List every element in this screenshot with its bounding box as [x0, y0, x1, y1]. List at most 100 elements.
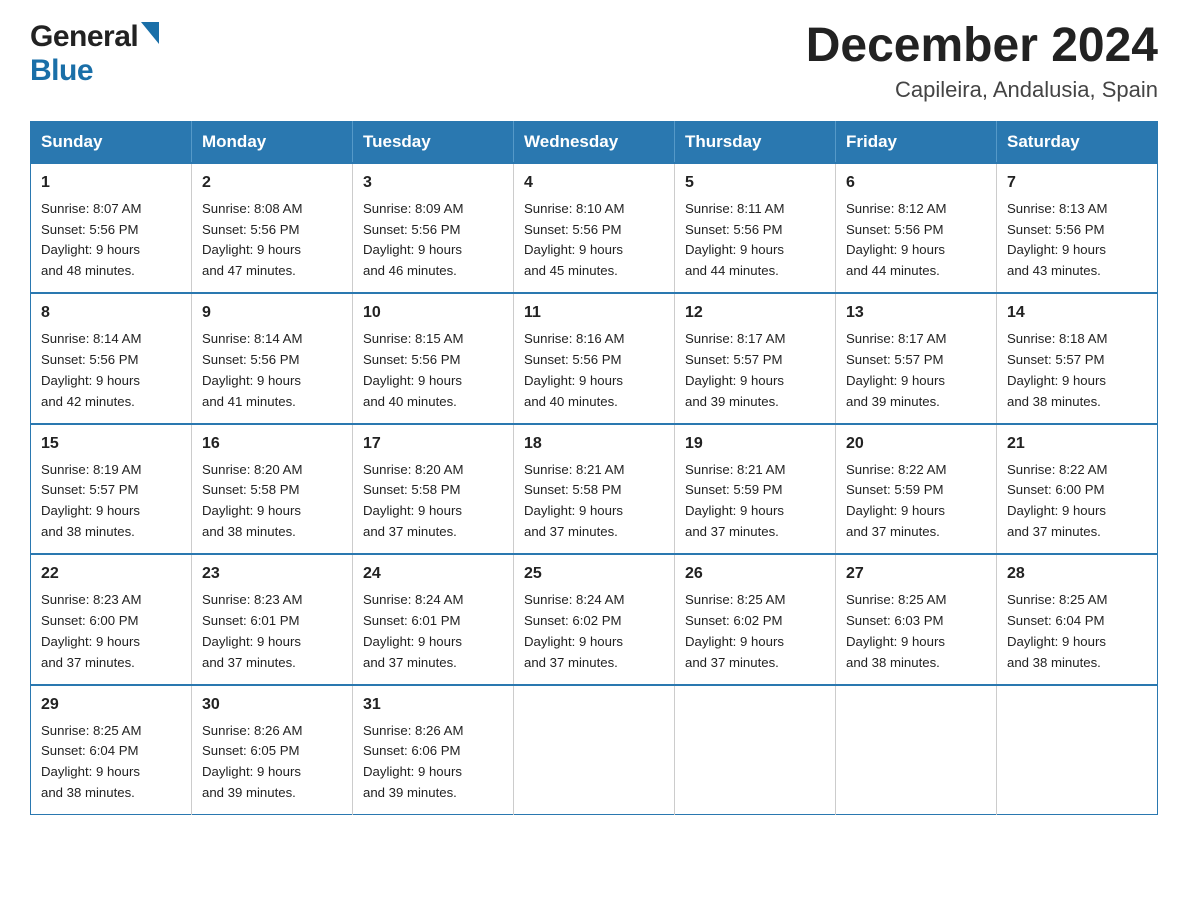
day-number: 3 [363, 171, 503, 196]
page-header: General Blue December 2024 Capileira, An… [30, 20, 1158, 103]
day-number: 26 [685, 562, 825, 587]
logo-blue-text: Blue [30, 54, 93, 88]
day-number: 5 [685, 171, 825, 196]
logo: General Blue [30, 20, 159, 88]
calendar-day-cell: 13 Sunrise: 8:17 AMSunset: 5:57 PMDaylig… [836, 293, 997, 423]
calendar-day-cell: 22 Sunrise: 8:23 AMSunset: 6:00 PMDaylig… [31, 554, 192, 684]
day-number: 2 [202, 171, 342, 196]
day-info: Sunrise: 8:22 AMSunset: 5:59 PMDaylight:… [846, 462, 946, 540]
day-info: Sunrise: 8:21 AMSunset: 5:58 PMDaylight:… [524, 462, 624, 540]
day-info: Sunrise: 8:25 AMSunset: 6:04 PMDaylight:… [41, 723, 141, 801]
day-number: 1 [41, 171, 181, 196]
col-friday: Friday [836, 121, 997, 163]
day-info: Sunrise: 8:14 AMSunset: 5:56 PMDaylight:… [41, 331, 141, 409]
day-number: 21 [1007, 432, 1147, 457]
logo-general-text: General [30, 20, 138, 54]
day-info: Sunrise: 8:12 AMSunset: 5:56 PMDaylight:… [846, 201, 946, 279]
day-number: 16 [202, 432, 342, 457]
day-info: Sunrise: 8:15 AMSunset: 5:56 PMDaylight:… [363, 331, 463, 409]
day-number: 22 [41, 562, 181, 587]
calendar-week-row: 15 Sunrise: 8:19 AMSunset: 5:57 PMDaylig… [31, 424, 1158, 554]
calendar-day-cell: 21 Sunrise: 8:22 AMSunset: 6:00 PMDaylig… [997, 424, 1158, 554]
day-number: 31 [363, 693, 503, 718]
day-info: Sunrise: 8:16 AMSunset: 5:56 PMDaylight:… [524, 331, 624, 409]
day-number: 7 [1007, 171, 1147, 196]
calendar-day-cell: 4 Sunrise: 8:10 AMSunset: 5:56 PMDayligh… [514, 163, 675, 293]
col-monday: Monday [192, 121, 353, 163]
calendar-day-cell: 9 Sunrise: 8:14 AMSunset: 5:56 PMDayligh… [192, 293, 353, 423]
calendar-day-cell: 3 Sunrise: 8:09 AMSunset: 5:56 PMDayligh… [353, 163, 514, 293]
day-number: 4 [524, 171, 664, 196]
day-info: Sunrise: 8:09 AMSunset: 5:56 PMDaylight:… [363, 201, 463, 279]
day-info: Sunrise: 8:14 AMSunset: 5:56 PMDaylight:… [202, 331, 302, 409]
calendar-day-cell: 26 Sunrise: 8:25 AMSunset: 6:02 PMDaylig… [675, 554, 836, 684]
day-info: Sunrise: 8:17 AMSunset: 5:57 PMDaylight:… [846, 331, 946, 409]
calendar-day-cell: 25 Sunrise: 8:24 AMSunset: 6:02 PMDaylig… [514, 554, 675, 684]
day-info: Sunrise: 8:07 AMSunset: 5:56 PMDaylight:… [41, 201, 141, 279]
day-info: Sunrise: 8:26 AMSunset: 6:06 PMDaylight:… [363, 723, 463, 801]
calendar-day-cell: 16 Sunrise: 8:20 AMSunset: 5:58 PMDaylig… [192, 424, 353, 554]
day-number: 9 [202, 301, 342, 326]
day-info: Sunrise: 8:25 AMSunset: 6:04 PMDaylight:… [1007, 592, 1107, 670]
day-info: Sunrise: 8:21 AMSunset: 5:59 PMDaylight:… [685, 462, 785, 540]
day-number: 19 [685, 432, 825, 457]
calendar-day-cell: 6 Sunrise: 8:12 AMSunset: 5:56 PMDayligh… [836, 163, 997, 293]
calendar-day-cell: 12 Sunrise: 8:17 AMSunset: 5:57 PMDaylig… [675, 293, 836, 423]
day-info: Sunrise: 8:13 AMSunset: 5:56 PMDaylight:… [1007, 201, 1107, 279]
calendar-day-cell: 19 Sunrise: 8:21 AMSunset: 5:59 PMDaylig… [675, 424, 836, 554]
day-number: 13 [846, 301, 986, 326]
calendar-day-cell: 23 Sunrise: 8:23 AMSunset: 6:01 PMDaylig… [192, 554, 353, 684]
day-info: Sunrise: 8:11 AMSunset: 5:56 PMDaylight:… [685, 201, 784, 279]
day-number: 29 [41, 693, 181, 718]
day-info: Sunrise: 8:20 AMSunset: 5:58 PMDaylight:… [202, 462, 302, 540]
calendar-day-cell: 29 Sunrise: 8:25 AMSunset: 6:04 PMDaylig… [31, 685, 192, 815]
day-info: Sunrise: 8:24 AMSunset: 6:02 PMDaylight:… [524, 592, 624, 670]
day-number: 10 [363, 301, 503, 326]
calendar-day-cell: 31 Sunrise: 8:26 AMSunset: 6:06 PMDaylig… [353, 685, 514, 815]
day-info: Sunrise: 8:25 AMSunset: 6:03 PMDaylight:… [846, 592, 946, 670]
calendar-day-cell: 30 Sunrise: 8:26 AMSunset: 6:05 PMDaylig… [192, 685, 353, 815]
day-info: Sunrise: 8:26 AMSunset: 6:05 PMDaylight:… [202, 723, 302, 801]
calendar-header-row: Sunday Monday Tuesday Wednesday Thursday… [31, 121, 1158, 163]
col-saturday: Saturday [997, 121, 1158, 163]
day-number: 27 [846, 562, 986, 587]
calendar-day-cell [514, 685, 675, 815]
col-tuesday: Tuesday [353, 121, 514, 163]
day-number: 12 [685, 301, 825, 326]
calendar-day-cell: 24 Sunrise: 8:24 AMSunset: 6:01 PMDaylig… [353, 554, 514, 684]
calendar-week-row: 29 Sunrise: 8:25 AMSunset: 6:04 PMDaylig… [31, 685, 1158, 815]
calendar-day-cell: 1 Sunrise: 8:07 AMSunset: 5:56 PMDayligh… [31, 163, 192, 293]
calendar-day-cell: 15 Sunrise: 8:19 AMSunset: 5:57 PMDaylig… [31, 424, 192, 554]
col-thursday: Thursday [675, 121, 836, 163]
col-wednesday: Wednesday [514, 121, 675, 163]
day-info: Sunrise: 8:10 AMSunset: 5:56 PMDaylight:… [524, 201, 624, 279]
day-info: Sunrise: 8:25 AMSunset: 6:02 PMDaylight:… [685, 592, 785, 670]
day-number: 28 [1007, 562, 1147, 587]
page-title: December 2024 [806, 20, 1158, 73]
calendar-day-cell: 20 Sunrise: 8:22 AMSunset: 5:59 PMDaylig… [836, 424, 997, 554]
title-block: December 2024 Capileira, Andalusia, Spai… [806, 20, 1158, 103]
day-number: 23 [202, 562, 342, 587]
calendar-day-cell: 14 Sunrise: 8:18 AMSunset: 5:57 PMDaylig… [997, 293, 1158, 423]
day-info: Sunrise: 8:22 AMSunset: 6:00 PMDaylight:… [1007, 462, 1107, 540]
calendar-body: 1 Sunrise: 8:07 AMSunset: 5:56 PMDayligh… [31, 163, 1158, 815]
page-subtitle: Capileira, Andalusia, Spain [806, 77, 1158, 103]
day-number: 8 [41, 301, 181, 326]
day-info: Sunrise: 8:23 AMSunset: 6:00 PMDaylight:… [41, 592, 141, 670]
day-number: 18 [524, 432, 664, 457]
calendar-day-cell [675, 685, 836, 815]
calendar-day-cell: 28 Sunrise: 8:25 AMSunset: 6:04 PMDaylig… [997, 554, 1158, 684]
calendar-day-cell: 7 Sunrise: 8:13 AMSunset: 5:56 PMDayligh… [997, 163, 1158, 293]
day-info: Sunrise: 8:18 AMSunset: 5:57 PMDaylight:… [1007, 331, 1107, 409]
calendar-header: Sunday Monday Tuesday Wednesday Thursday… [31, 121, 1158, 163]
calendar-table: Sunday Monday Tuesday Wednesday Thursday… [30, 121, 1158, 815]
calendar-day-cell: 2 Sunrise: 8:08 AMSunset: 5:56 PMDayligh… [192, 163, 353, 293]
day-info: Sunrise: 8:20 AMSunset: 5:58 PMDaylight:… [363, 462, 463, 540]
day-info: Sunrise: 8:23 AMSunset: 6:01 PMDaylight:… [202, 592, 302, 670]
calendar-day-cell: 10 Sunrise: 8:15 AMSunset: 5:56 PMDaylig… [353, 293, 514, 423]
col-sunday: Sunday [31, 121, 192, 163]
day-number: 17 [363, 432, 503, 457]
day-number: 11 [524, 301, 664, 326]
day-number: 24 [363, 562, 503, 587]
calendar-day-cell [997, 685, 1158, 815]
